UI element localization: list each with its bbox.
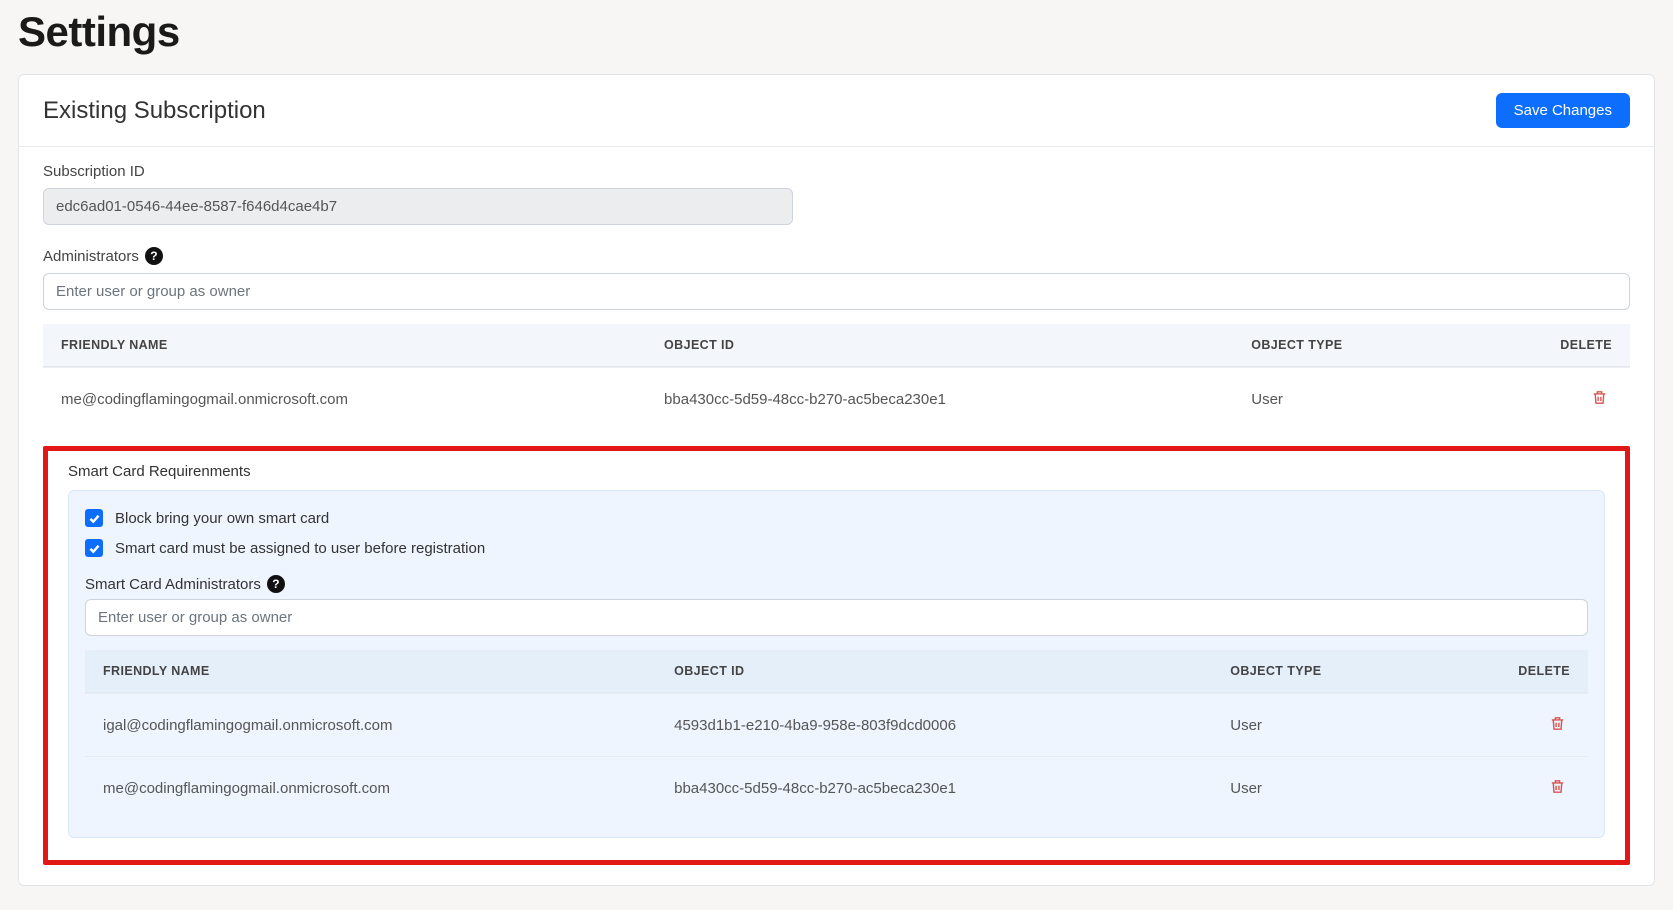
- cell-object-type: User: [1233, 367, 1471, 430]
- delete-row-button[interactable]: [1587, 384, 1612, 414]
- smart-card-section-highlight: Smart Card Requirenments Block bring you…: [43, 446, 1630, 865]
- card-header: Existing Subscription Save Changes: [19, 75, 1654, 147]
- administrators-label: Administrators: [43, 248, 139, 265]
- administrators-table: Friendly Name Object ID Object Type Dele…: [43, 324, 1630, 430]
- cell-friendly-name: igal@codingflamingogmail.onmicrosoft.com: [85, 693, 656, 756]
- col-friendly-name: Friendly Name: [43, 324, 646, 367]
- col-object-type: Object Type: [1212, 650, 1437, 693]
- administrators-input[interactable]: [43, 273, 1630, 310]
- col-friendly-name: Friendly Name: [85, 650, 656, 693]
- check-assign-before-registration-label: Smart card must be assigned to user befo…: [115, 540, 485, 557]
- card-body: Subscription ID Administrators ? Friendl…: [19, 147, 1654, 885]
- cell-object-type: User: [1212, 693, 1437, 756]
- table-row: me@codingflamingogmail.onmicrosoft.com b…: [85, 756, 1588, 819]
- cell-object-id: bba430cc-5d59-48cc-b270-ac5beca230e1: [656, 756, 1212, 819]
- smartcard-admins-table: Friendly Name Object ID Object Type Dele…: [85, 650, 1588, 819]
- subscription-id-label: Subscription ID: [43, 163, 1630, 180]
- trash-icon: [1549, 714, 1566, 733]
- col-delete: Delete: [1471, 324, 1630, 367]
- cell-object-type: User: [1212, 756, 1437, 819]
- cell-friendly-name: me@codingflamingogmail.onmicrosoft.com: [43, 367, 646, 430]
- trash-icon: [1549, 777, 1566, 796]
- check-block-byo-card[interactable]: [85, 509, 103, 527]
- cell-object-id: 4593d1b1-e210-4ba9-958e-803f9dcd0006: [656, 693, 1212, 756]
- check-assign-before-registration[interactable]: [85, 539, 103, 557]
- help-icon[interactable]: ?: [145, 247, 163, 265]
- page-title: Settings: [18, 8, 1655, 56]
- col-object-type: Object Type: [1233, 324, 1471, 367]
- col-object-id: Object ID: [646, 324, 1233, 367]
- table-row: me@codingflamingogmail.onmicrosoft.com b…: [43, 367, 1630, 430]
- check-block-byo-card-label: Block bring your own smart card: [115, 510, 329, 527]
- col-delete: Delete: [1438, 650, 1588, 693]
- settings-card: Existing Subscription Save Changes Subsc…: [18, 74, 1655, 886]
- cell-object-id: bba430cc-5d59-48cc-b270-ac5beca230e1: [646, 367, 1233, 430]
- subscription-id-field: [43, 188, 793, 225]
- delete-row-button[interactable]: [1545, 710, 1570, 740]
- smartcard-admins-label: Smart Card Administrators: [85, 576, 261, 593]
- delete-row-button[interactable]: [1545, 773, 1570, 803]
- cell-friendly-name: me@codingflamingogmail.onmicrosoft.com: [85, 756, 656, 819]
- trash-icon: [1591, 388, 1608, 407]
- card-title: Existing Subscription: [43, 97, 266, 125]
- smartcard-admins-input[interactable]: [85, 599, 1588, 636]
- col-object-id: Object ID: [656, 650, 1212, 693]
- smart-card-section-title: Smart Card Requirenments: [68, 463, 1605, 480]
- smart-card-panel: Block bring your own smart card Smart ca…: [68, 490, 1605, 838]
- table-row: igal@codingflamingogmail.onmicrosoft.com…: [85, 693, 1588, 756]
- save-changes-button[interactable]: Save Changes: [1496, 93, 1630, 128]
- help-icon[interactable]: ?: [267, 575, 285, 593]
